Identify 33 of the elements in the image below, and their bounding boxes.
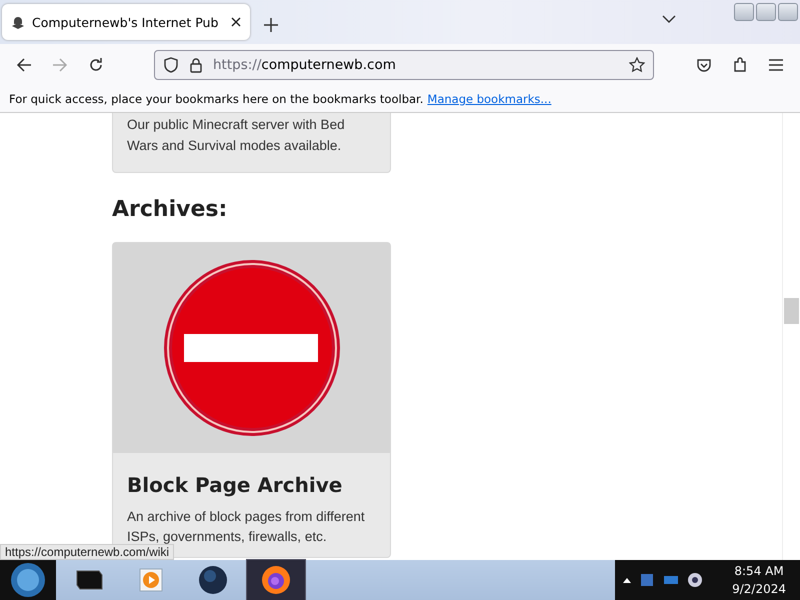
globe-icon bbox=[198, 565, 228, 595]
bookmarks-hint: For quick access, place your bookmarks here on the bookmarks toolbar. bbox=[9, 92, 424, 106]
pocket-icon[interactable] bbox=[696, 57, 712, 73]
reload-icon[interactable] bbox=[88, 57, 104, 73]
taskbar-app[interactable] bbox=[246, 559, 306, 600]
scrollbar-thumb[interactable] bbox=[784, 298, 799, 324]
close-icon[interactable] bbox=[230, 16, 242, 28]
manage-bookmarks-link[interactable]: Manage bookmarks... bbox=[427, 92, 552, 106]
back-icon[interactable] bbox=[16, 57, 32, 73]
site-icon bbox=[10, 14, 26, 30]
browser-tab[interactable]: Computernewb's Internet Pub bbox=[2, 4, 250, 40]
start-button[interactable] bbox=[0, 560, 56, 600]
shield-icon bbox=[163, 57, 179, 73]
no-entry-sign-icon bbox=[162, 258, 342, 438]
card-description: An archive of block pages from different ISPs, governments, firewalls, etc. bbox=[127, 508, 366, 546]
display-icon[interactable] bbox=[663, 574, 679, 586]
card-title: Block Page Archive bbox=[127, 473, 344, 497]
star-icon[interactable] bbox=[629, 57, 645, 73]
restore-button[interactable] bbox=[756, 3, 776, 21]
address-bar[interactable]: https://computernewb.com bbox=[154, 50, 654, 80]
close-window-button[interactable] bbox=[778, 3, 798, 21]
new-tab-icon[interactable] bbox=[264, 18, 278, 32]
chevron-down-icon[interactable] bbox=[662, 14, 676, 24]
lock-icon bbox=[189, 57, 203, 73]
status-url: https://computernewb.com/wiki bbox=[0, 544, 174, 560]
section-heading: Archives: bbox=[112, 197, 228, 222]
card-description: Our public Minecraft server with Bed Wars and Survival modes available. bbox=[127, 116, 346, 155]
firefox-icon bbox=[261, 565, 291, 595]
menu-icon[interactable] bbox=[768, 58, 784, 72]
chevron-up-icon[interactable] bbox=[623, 577, 631, 583]
play-icon bbox=[138, 567, 164, 593]
puzzle-icon[interactable] bbox=[732, 57, 748, 73]
minimize-button[interactable] bbox=[734, 3, 754, 21]
